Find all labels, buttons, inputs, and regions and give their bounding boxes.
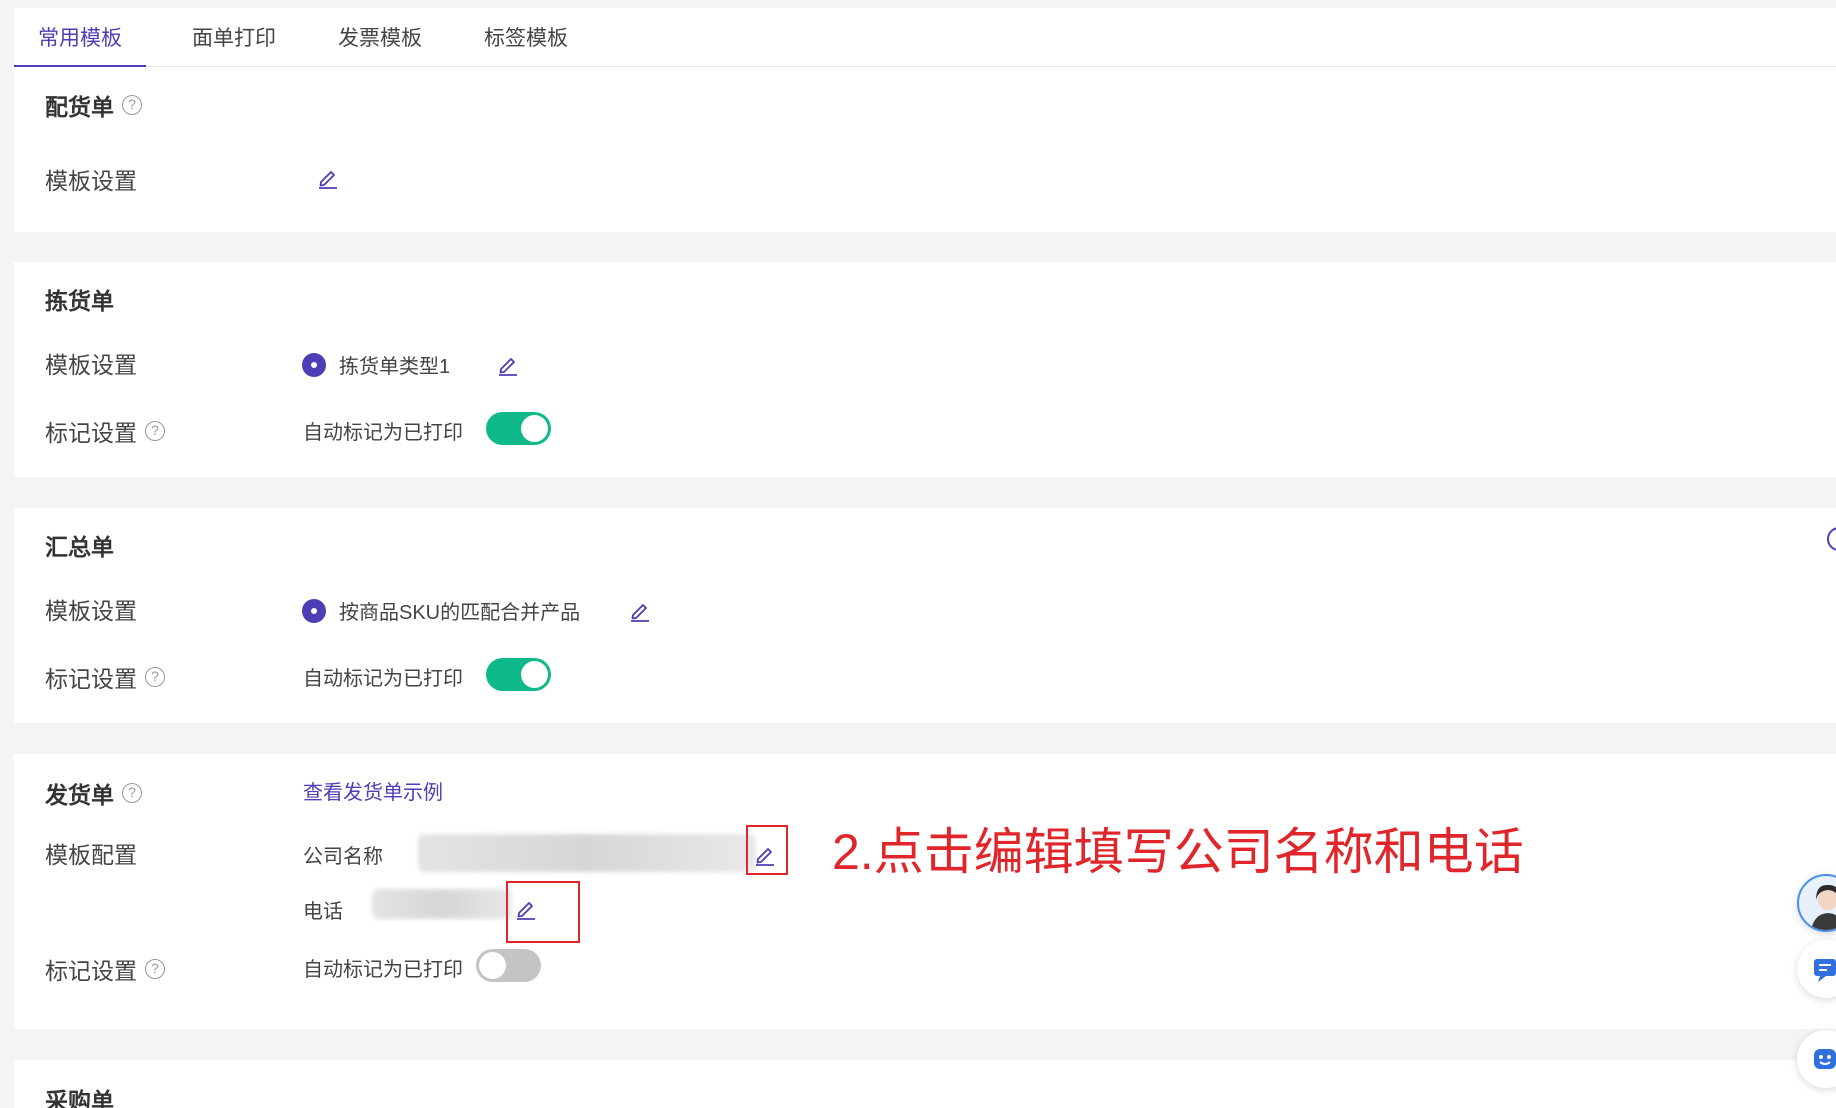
edit-icon[interactable] xyxy=(496,353,520,377)
mark-setting-label: 标记设置 ? xyxy=(45,660,165,694)
help-icon[interactable]: ? xyxy=(122,783,142,803)
template-option-label: 拣货单类型1 xyxy=(339,356,451,378)
radio-selected-icon[interactable] xyxy=(302,352,326,377)
mark-setting-text: 标记设置 xyxy=(45,420,137,446)
template-option-radio[interactable]: 按商品SKU的匹配合并产品 xyxy=(302,596,580,625)
section-title: 拣货单 xyxy=(45,288,114,314)
mark-setting-label: 标记设置 ? xyxy=(45,952,165,986)
auto-mark-toggle[interactable] xyxy=(476,949,541,982)
highlight-box-company xyxy=(746,825,788,875)
help-icon[interactable]: ? xyxy=(145,667,165,687)
template-config-label: 模板配置 xyxy=(45,842,137,868)
section-peihuo: 配货单 ? 模板设置 xyxy=(14,67,1836,232)
assistant-button[interactable] xyxy=(1797,1030,1836,1088)
section-title: 汇总单 xyxy=(45,534,114,560)
auto-mark-label: 自动标记为已打印 xyxy=(303,422,463,444)
section-title-text: 发货单 xyxy=(45,782,114,808)
section-huizong: 汇总单 模板设置 按商品SKU的匹配合并产品 标记设置 ? 自动标记为已打印 xyxy=(14,508,1836,723)
template-setting-label: 模板设置 xyxy=(45,598,137,624)
help-icon[interactable]: ? xyxy=(122,95,142,115)
edit-icon[interactable] xyxy=(628,599,652,623)
company-name-label: 公司名称 xyxy=(303,846,383,868)
annotation-text: 2.点击编辑填写公司名称和电话 xyxy=(832,824,1524,880)
template-setting-label: 模板设置 xyxy=(45,168,137,194)
section-jianhuo: 拣货单 模板设置 拣货单类型1 标记设置 ? 自动标记为已打印 xyxy=(14,262,1836,477)
tab-waybill-print[interactable]: 面单打印 xyxy=(184,8,284,67)
edit-icon[interactable] xyxy=(316,166,340,190)
auto-mark-label: 自动标记为已打印 xyxy=(303,668,463,690)
tab-common-templates[interactable]: 常用模板 xyxy=(14,8,146,68)
section-title: 发货单 ? xyxy=(45,776,142,810)
auto-mark-toggle[interactable] xyxy=(486,412,551,445)
section-fahuo: 发货单 ? 查看发货单示例 模板配置 公司名称 电话 标记设置 ? 自动标记为已… xyxy=(14,754,1836,1029)
company-name-value-blurred xyxy=(418,834,756,872)
phone-label: 电话 xyxy=(303,901,343,923)
mark-setting-text: 标记设置 xyxy=(45,958,137,984)
section-title-text: 配货单 xyxy=(45,94,114,120)
smile-robot-icon xyxy=(1814,1049,1836,1069)
template-tabs: 常用模板 面单打印 发票模板 标签模板 xyxy=(14,8,1836,68)
tab-invoice-templates[interactable]: 发票模板 xyxy=(330,8,430,67)
phone-value-blurred xyxy=(372,889,512,919)
toggle-knob xyxy=(521,415,548,442)
help-icon[interactable]: ? xyxy=(145,959,165,979)
mark-setting-label: 标记设置 ? xyxy=(45,414,165,448)
section-caigou: 采购单 xyxy=(14,1060,1836,1108)
help-icon[interactable]: ? xyxy=(145,421,165,441)
chat-button[interactable] xyxy=(1797,940,1836,998)
mark-setting-text: 标记设置 xyxy=(45,666,137,692)
section-title: 采购单 xyxy=(45,1088,114,1108)
radio-selected-icon[interactable] xyxy=(302,598,326,623)
template-option-radio[interactable]: 拣货单类型1 xyxy=(302,350,450,379)
highlight-box-phone xyxy=(506,881,580,943)
toggle-knob xyxy=(479,952,506,979)
chat-icon xyxy=(1814,959,1836,982)
auto-mark-label: 自动标记为已打印 xyxy=(303,959,463,981)
section-title: 配货单 ? xyxy=(45,88,142,122)
template-option-label: 按商品SKU的匹配合并产品 xyxy=(339,602,581,624)
template-setting-label: 模板设置 xyxy=(45,352,137,378)
view-example-link[interactable]: 查看发货单示例 xyxy=(303,776,443,805)
tab-label-templates[interactable]: 标签模板 xyxy=(476,8,576,67)
auto-mark-toggle[interactable] xyxy=(486,658,551,691)
toggle-knob xyxy=(521,661,548,688)
